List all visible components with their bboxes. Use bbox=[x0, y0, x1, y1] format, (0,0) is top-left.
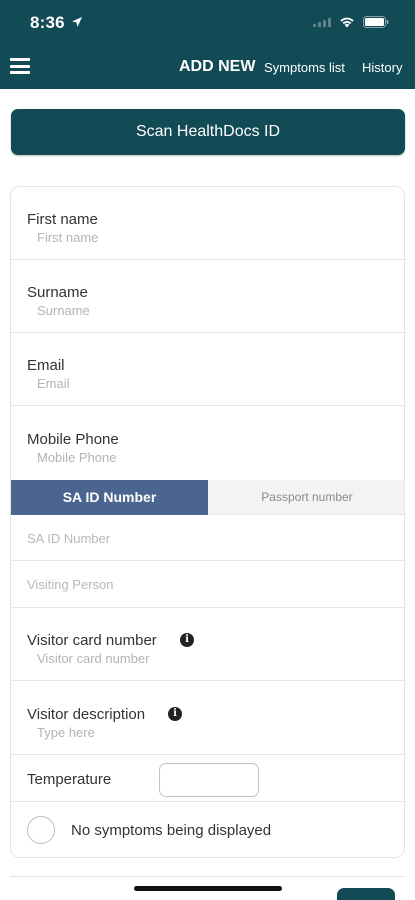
email-label: Email bbox=[27, 357, 65, 374]
battery-icon bbox=[363, 16, 389, 28]
app-header: ADD NEW Symptoms list History bbox=[0, 46, 415, 89]
first-name-input[interactable] bbox=[37, 229, 377, 245]
surname-label: Surname bbox=[27, 284, 88, 301]
home-indicator bbox=[134, 886, 282, 891]
page-title: ADD NEW bbox=[179, 58, 256, 75]
next-section-button[interactable] bbox=[337, 888, 395, 900]
visitor-card-number-input[interactable] bbox=[37, 650, 377, 666]
visiting-person-input[interactable] bbox=[27, 576, 387, 592]
section-divider bbox=[10, 876, 405, 877]
temperature-row: Temperature bbox=[11, 755, 404, 802]
visitor-description-row: Visitor description i bbox=[11, 681, 404, 755]
nav-history[interactable]: History bbox=[362, 60, 402, 75]
no-symptoms-label: No symptoms being displayed bbox=[71, 822, 272, 839]
tab-passport-number[interactable]: Passport number bbox=[208, 480, 404, 515]
scan-healthdocs-id-button[interactable]: Scan HealthDocs ID bbox=[11, 109, 405, 155]
visitor-description-input[interactable] bbox=[37, 724, 377, 740]
mobile-phone-input[interactable] bbox=[37, 449, 377, 465]
nav-symptoms-list[interactable]: Symptoms list bbox=[264, 60, 345, 75]
info-icon[interactable]: i bbox=[168, 707, 182, 721]
visitor-card-number-row: Visitor card number i bbox=[11, 608, 404, 681]
hamburger-menu-icon[interactable] bbox=[10, 58, 30, 74]
status-icons bbox=[313, 16, 389, 28]
surname-input[interactable] bbox=[37, 302, 377, 318]
location-arrow-icon bbox=[72, 17, 82, 27]
id-type-toggle: SA ID Number Passport number bbox=[11, 480, 404, 515]
status-bar: 8:36 bbox=[0, 0, 415, 46]
email-input[interactable] bbox=[37, 375, 377, 391]
wifi-icon bbox=[340, 17, 354, 28]
no-symptoms-radio[interactable] bbox=[27, 816, 55, 844]
visitor-card-number-label: Visitor card number bbox=[27, 632, 157, 649]
visiting-person-row bbox=[11, 561, 404, 608]
temperature-label: Temperature bbox=[27, 771, 112, 788]
sa-id-number-input[interactable] bbox=[27, 530, 387, 546]
cellular-signal-icon bbox=[313, 18, 331, 27]
temperature-input[interactable] bbox=[159, 763, 259, 797]
first-name-label: First name bbox=[27, 211, 98, 228]
symptoms-row: No symptoms being displayed bbox=[11, 802, 404, 857]
visitor-description-label: Visitor description bbox=[27, 706, 146, 723]
status-time: 8:36 bbox=[30, 13, 65, 32]
surname-row: Surname bbox=[11, 260, 404, 333]
email-row: Email bbox=[11, 333, 404, 406]
info-icon[interactable]: i bbox=[180, 633, 194, 647]
tab-sa-id-number[interactable]: SA ID Number bbox=[11, 480, 208, 515]
sa-id-number-row bbox=[11, 515, 404, 561]
mobile-phone-row: Mobile Phone bbox=[11, 406, 404, 480]
first-name-row: First name bbox=[11, 187, 404, 260]
mobile-phone-label: Mobile Phone bbox=[27, 431, 119, 448]
visitor-form: First name Surname Email Mobile Phone SA… bbox=[10, 186, 405, 858]
